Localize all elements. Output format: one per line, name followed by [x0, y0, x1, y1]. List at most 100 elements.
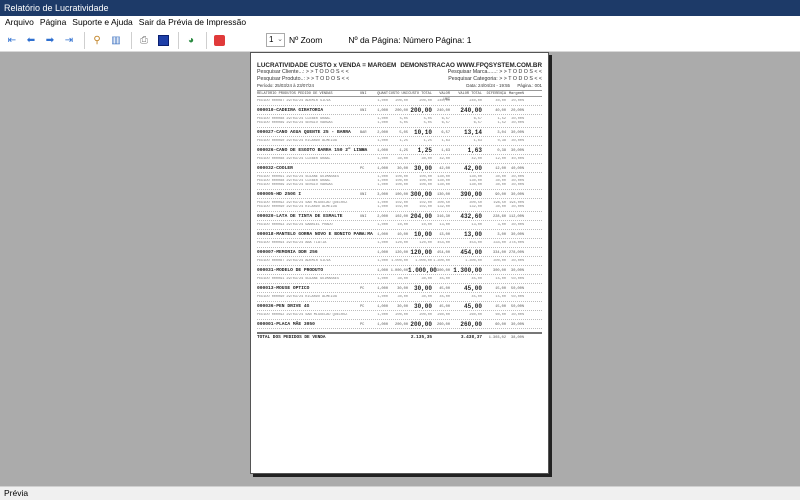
column-header: QUANT — [377, 92, 388, 96]
cell: 45,00 — [463, 303, 482, 310]
menu-arquivo[interactable]: Arquivo — [3, 16, 38, 29]
cell: 20,00% — [511, 109, 524, 113]
cell: 278,00% — [508, 251, 524, 255]
cell — [360, 223, 374, 227]
cell: 1,000 — [377, 99, 388, 103]
cell: 1,000 — [377, 183, 388, 187]
cell: 200,00 — [410, 107, 432, 114]
cell: 000005-HD 250G I — [257, 192, 302, 197]
cell: 102,00 — [395, 215, 408, 219]
cell: 200,00 — [395, 99, 408, 103]
cell: 260,00 — [437, 313, 450, 317]
cell: 000036-PEN DRIVE 4G — [257, 304, 310, 309]
product-group: PEDIDO 000091 29/03/24 SUZANE GUIMARAES 1… — [257, 275, 542, 293]
cell: 130,00 — [437, 183, 450, 187]
cell: 42,00 — [463, 165, 482, 172]
menu-bar: Arquivo Página Suporte e Ajuda Sair da P… — [0, 16, 800, 29]
cell: 60,00 — [495, 323, 506, 327]
cell: 30,00 — [421, 277, 432, 281]
cell: 30,00% — [511, 223, 524, 227]
cell: 334,00 — [493, 251, 506, 255]
menu-sair[interactable]: Sair da Prévia de Impressão — [137, 16, 250, 29]
order-details: PEDIDO 000088 29/03/24 CLEBER GRAAL 1,000… — [257, 115, 542, 127]
cell: 1,000 — [377, 313, 388, 317]
web-icon[interactable]: ◕ — [183, 32, 199, 48]
cell: 240,00 — [437, 99, 450, 103]
cell — [360, 241, 374, 245]
cell: 15,00 — [495, 287, 506, 291]
product-row: 000018-MANTELO GORRA NOVO E BONITO PARA … — [257, 229, 542, 239]
product-group: PEDIDO 000093 29/03/24 GABRIEL PRADO 1,00… — [257, 221, 542, 239]
close-icon[interactable] — [211, 32, 227, 48]
cell: PEDIDO 000089 29/03/24 SERGIO VARGAS — [257, 183, 333, 187]
cell: 1,000 — [377, 149, 388, 153]
report-date: Data: 24/04/24 - 19:55 — [466, 83, 510, 88]
cell: 1,000 — [377, 277, 388, 281]
cell: 1.000,00 — [415, 259, 432, 263]
cell: PEDIDO 000089 29/03/24 SERGIO VARGAS — [257, 121, 333, 125]
product-group: PEDIDO 000088 29/03/24 CLEBER GRAAL 1,000… — [257, 155, 542, 173]
cell: 30,00% — [511, 139, 524, 143]
menu-pagina[interactable]: Página — [38, 16, 70, 29]
cell: 30,00 — [397, 287, 408, 291]
cell: 1,000 — [377, 157, 388, 161]
product-row: 000001-PLACA MÃE 3050 PC 1,000 200,00 200,00… — [257, 319, 542, 329]
status-bar: Prévia — [0, 486, 800, 500]
cell: 1.300,00 — [453, 267, 482, 274]
cell: 000007-MEMORIA DDR 256 — [257, 250, 318, 255]
cell: 240,00 — [469, 99, 482, 103]
cell: 45,00 — [463, 285, 482, 292]
cell: 200,00 — [419, 313, 432, 317]
cell: 10,00 — [397, 233, 408, 237]
cell: 13,00 — [439, 233, 450, 237]
product-group: PEDIDO 000087 29/03/24 ADEMIR SILVA 1,000… — [257, 97, 542, 115]
cell: 30,00 — [495, 205, 506, 209]
last-page-icon[interactable]: ⇥ — [61, 32, 77, 48]
order-row: PEDIDO 000090 29/03/24 RICARDO ALMEIDA 1,… — [257, 139, 542, 143]
previous-page-icon[interactable]: ⬅ — [23, 32, 39, 48]
divider — [206, 31, 207, 49]
cell: 2.135,35 — [410, 335, 432, 340]
cell: 15,00 — [495, 277, 506, 281]
cell: 1,000 — [377, 121, 388, 125]
print-icon[interactable]: ⎙ — [136, 32, 152, 48]
cell: 000031-MODELO DE PRODUTO — [257, 268, 324, 273]
window-title: Relatório de Lucratividade — [0, 0, 800, 16]
cell: 6,57 — [441, 121, 450, 125]
cell: 13,14 — [463, 129, 482, 136]
cell: 0,38 — [497, 139, 506, 143]
cell: 1,000 — [377, 287, 388, 291]
product-row: 000027-CANO AGUA QUENTE 25 - BARRA BAR 2,0… — [257, 127, 542, 137]
cell: PC — [360, 167, 365, 171]
total-row: TOTAL DOS PEDIDOS DE VENDA 2.135,35 3.438,… — [257, 332, 542, 342]
next-page-icon[interactable]: ➡ — [42, 32, 58, 48]
cell: 1.000,00 — [408, 267, 437, 274]
page-view-icon[interactable]: ▥ — [108, 32, 124, 48]
product-group: PEDIDO 000090 29/03/24 RICARDO ALMEIDA 1,… — [257, 293, 542, 311]
first-page-icon[interactable]: ⇤ — [4, 32, 20, 48]
toolbar: ⇤ ⬅ ➡ ⇥ ⚲ ▥ ⎙ ◕ 1 ⌄ Nº Zoom Nº da Página:… — [0, 29, 800, 52]
cell: 204,00 — [410, 213, 432, 220]
cell: PC — [360, 287, 365, 291]
menu-suporte[interactable]: Suporte e Ajuda — [70, 16, 137, 29]
cell: 30,00% — [511, 313, 524, 317]
zoom-icon[interactable]: ⚲ — [89, 32, 105, 48]
cell: PEDIDO 000090 29/03/24 RICARDO ALMEIDA — [257, 139, 337, 143]
cell: 120,00 — [395, 241, 408, 245]
zoom-select[interactable]: 1 ⌄ — [266, 33, 285, 47]
cell: 30,00 — [495, 183, 506, 187]
column-header: CUSTO UNI — [388, 92, 408, 96]
cell: 10,10 — [413, 129, 432, 136]
cell: 6,57 — [473, 121, 482, 125]
export-icon[interactable] — [155, 32, 171, 48]
cell: 100,00 — [395, 193, 408, 197]
order-details: PEDIDO 000087 29/03/24 ADEMIR SILVA 1,000… — [257, 257, 542, 265]
cell: 1.000,00 — [391, 259, 408, 263]
column-header: CUSTO TOTAL — [408, 92, 432, 96]
order-details: PEDIDO 000091 29/03/24 SUZANE GUIMARAES 1… — [257, 275, 542, 283]
cell: 102,00 — [395, 205, 408, 209]
cell: 45,00 — [439, 305, 450, 309]
cell: 5,05 — [399, 131, 408, 135]
cell — [360, 313, 374, 317]
cell: 260,00 — [460, 321, 482, 328]
